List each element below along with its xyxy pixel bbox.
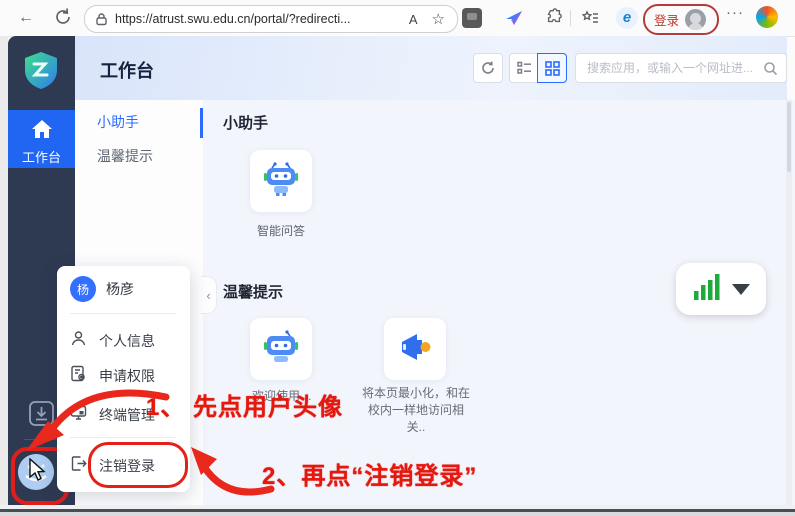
app-card-qa-label: 智能问答 xyxy=(241,222,321,239)
toolbar-divider xyxy=(570,10,571,26)
grid-view-toggle[interactable] xyxy=(537,53,567,83)
signal-widget[interactable] xyxy=(676,263,766,315)
favorite-star-icon[interactable]: ☆ xyxy=(432,10,445,28)
page-scrollbar-thumb[interactable] xyxy=(787,102,791,172)
person-icon xyxy=(70,330,87,352)
favorites-bar-icon[interactable] xyxy=(580,8,600,33)
tip-card-minimize-label: 将本页最小化，和在 校内一样地访问相关.. xyxy=(362,385,470,436)
back-icon[interactable]: ← xyxy=(14,6,38,30)
read-aloud-icon[interactable]: A xyxy=(409,12,418,27)
list-view-toggle[interactable] xyxy=(509,53,539,83)
chevron-left-icon: ‹ xyxy=(206,288,210,303)
robot-icon xyxy=(263,329,299,370)
cursor-icon xyxy=(28,458,48,487)
nav-item-assistant[interactable]: 小助手 xyxy=(97,112,139,132)
browser-menu-icon[interactable]: ··· xyxy=(726,4,744,21)
address-bar[interactable]: https://atrust.swu.edu.cn/portal/?redire… xyxy=(84,5,458,33)
search-icon[interactable] xyxy=(763,61,778,76)
browser-refresh-icon[interactable] xyxy=(52,6,74,33)
signal-bars-icon xyxy=(692,272,722,307)
extensions-puzzle-icon[interactable] xyxy=(544,8,564,33)
home-icon xyxy=(8,119,75,144)
annotation-arrow-to-logout xyxy=(183,443,275,506)
collapse-nav-tab[interactable]: ‹ xyxy=(201,276,217,314)
window-left-edge xyxy=(0,36,8,509)
search-box xyxy=(575,53,787,83)
sidebar-item-workbench[interactable]: 工作台 xyxy=(8,110,75,168)
extension-icon[interactable] xyxy=(462,8,482,28)
app-card-qa[interactable] xyxy=(250,150,312,212)
nav-item-tips[interactable]: 温馨提示 xyxy=(97,146,153,166)
username: 杨彦 xyxy=(106,279,134,299)
robot-icon xyxy=(263,161,299,202)
refresh-apps-button[interactable] xyxy=(473,53,503,83)
annotation-arrow-to-avatar xyxy=(18,383,173,466)
login-label: 登录 xyxy=(654,10,679,29)
app-logo-icon xyxy=(21,50,61,95)
nav-active-indicator xyxy=(200,108,203,138)
page-title: 工作台 xyxy=(100,57,154,83)
menu-avatar: 杨 xyxy=(70,276,96,302)
profile-avatar-icon xyxy=(685,9,706,30)
window-bottom-edge xyxy=(0,512,795,516)
browser-toolbar: ← https://atrust.swu.edu.cn/portal/?redi… xyxy=(0,0,795,37)
login-button[interactable]: 登录 xyxy=(643,4,719,35)
sidebar-item-label: 工作台 xyxy=(8,147,75,166)
search-input[interactable] xyxy=(585,60,763,76)
url-text: https://atrust.swu.edu.cn/portal/?redire… xyxy=(115,12,409,26)
copilot-icon[interactable] xyxy=(756,6,778,28)
annotation-step2: 2、再点“注销登录” xyxy=(262,456,477,491)
annotation-step1: 1、 先点用户头像 xyxy=(146,387,343,422)
dropdown-arrow-icon[interactable] xyxy=(732,284,750,295)
tip-card-welcome[interactable] xyxy=(250,318,312,380)
tips-section-title: 温馨提示 xyxy=(223,281,283,302)
lock-icon xyxy=(95,12,108,26)
megaphone-icon xyxy=(397,329,433,370)
ie-mode-icon[interactable]: e xyxy=(616,7,638,29)
tip-card-minimize[interactable] xyxy=(384,318,446,380)
menu-divider xyxy=(70,313,176,314)
user-menu-header: 杨 杨彦 xyxy=(70,276,134,302)
menu-item-profile[interactable]: 个人信息 xyxy=(70,330,155,352)
bird-extension-icon[interactable] xyxy=(504,8,524,33)
assistant-section-title: 小助手 xyxy=(223,112,268,133)
